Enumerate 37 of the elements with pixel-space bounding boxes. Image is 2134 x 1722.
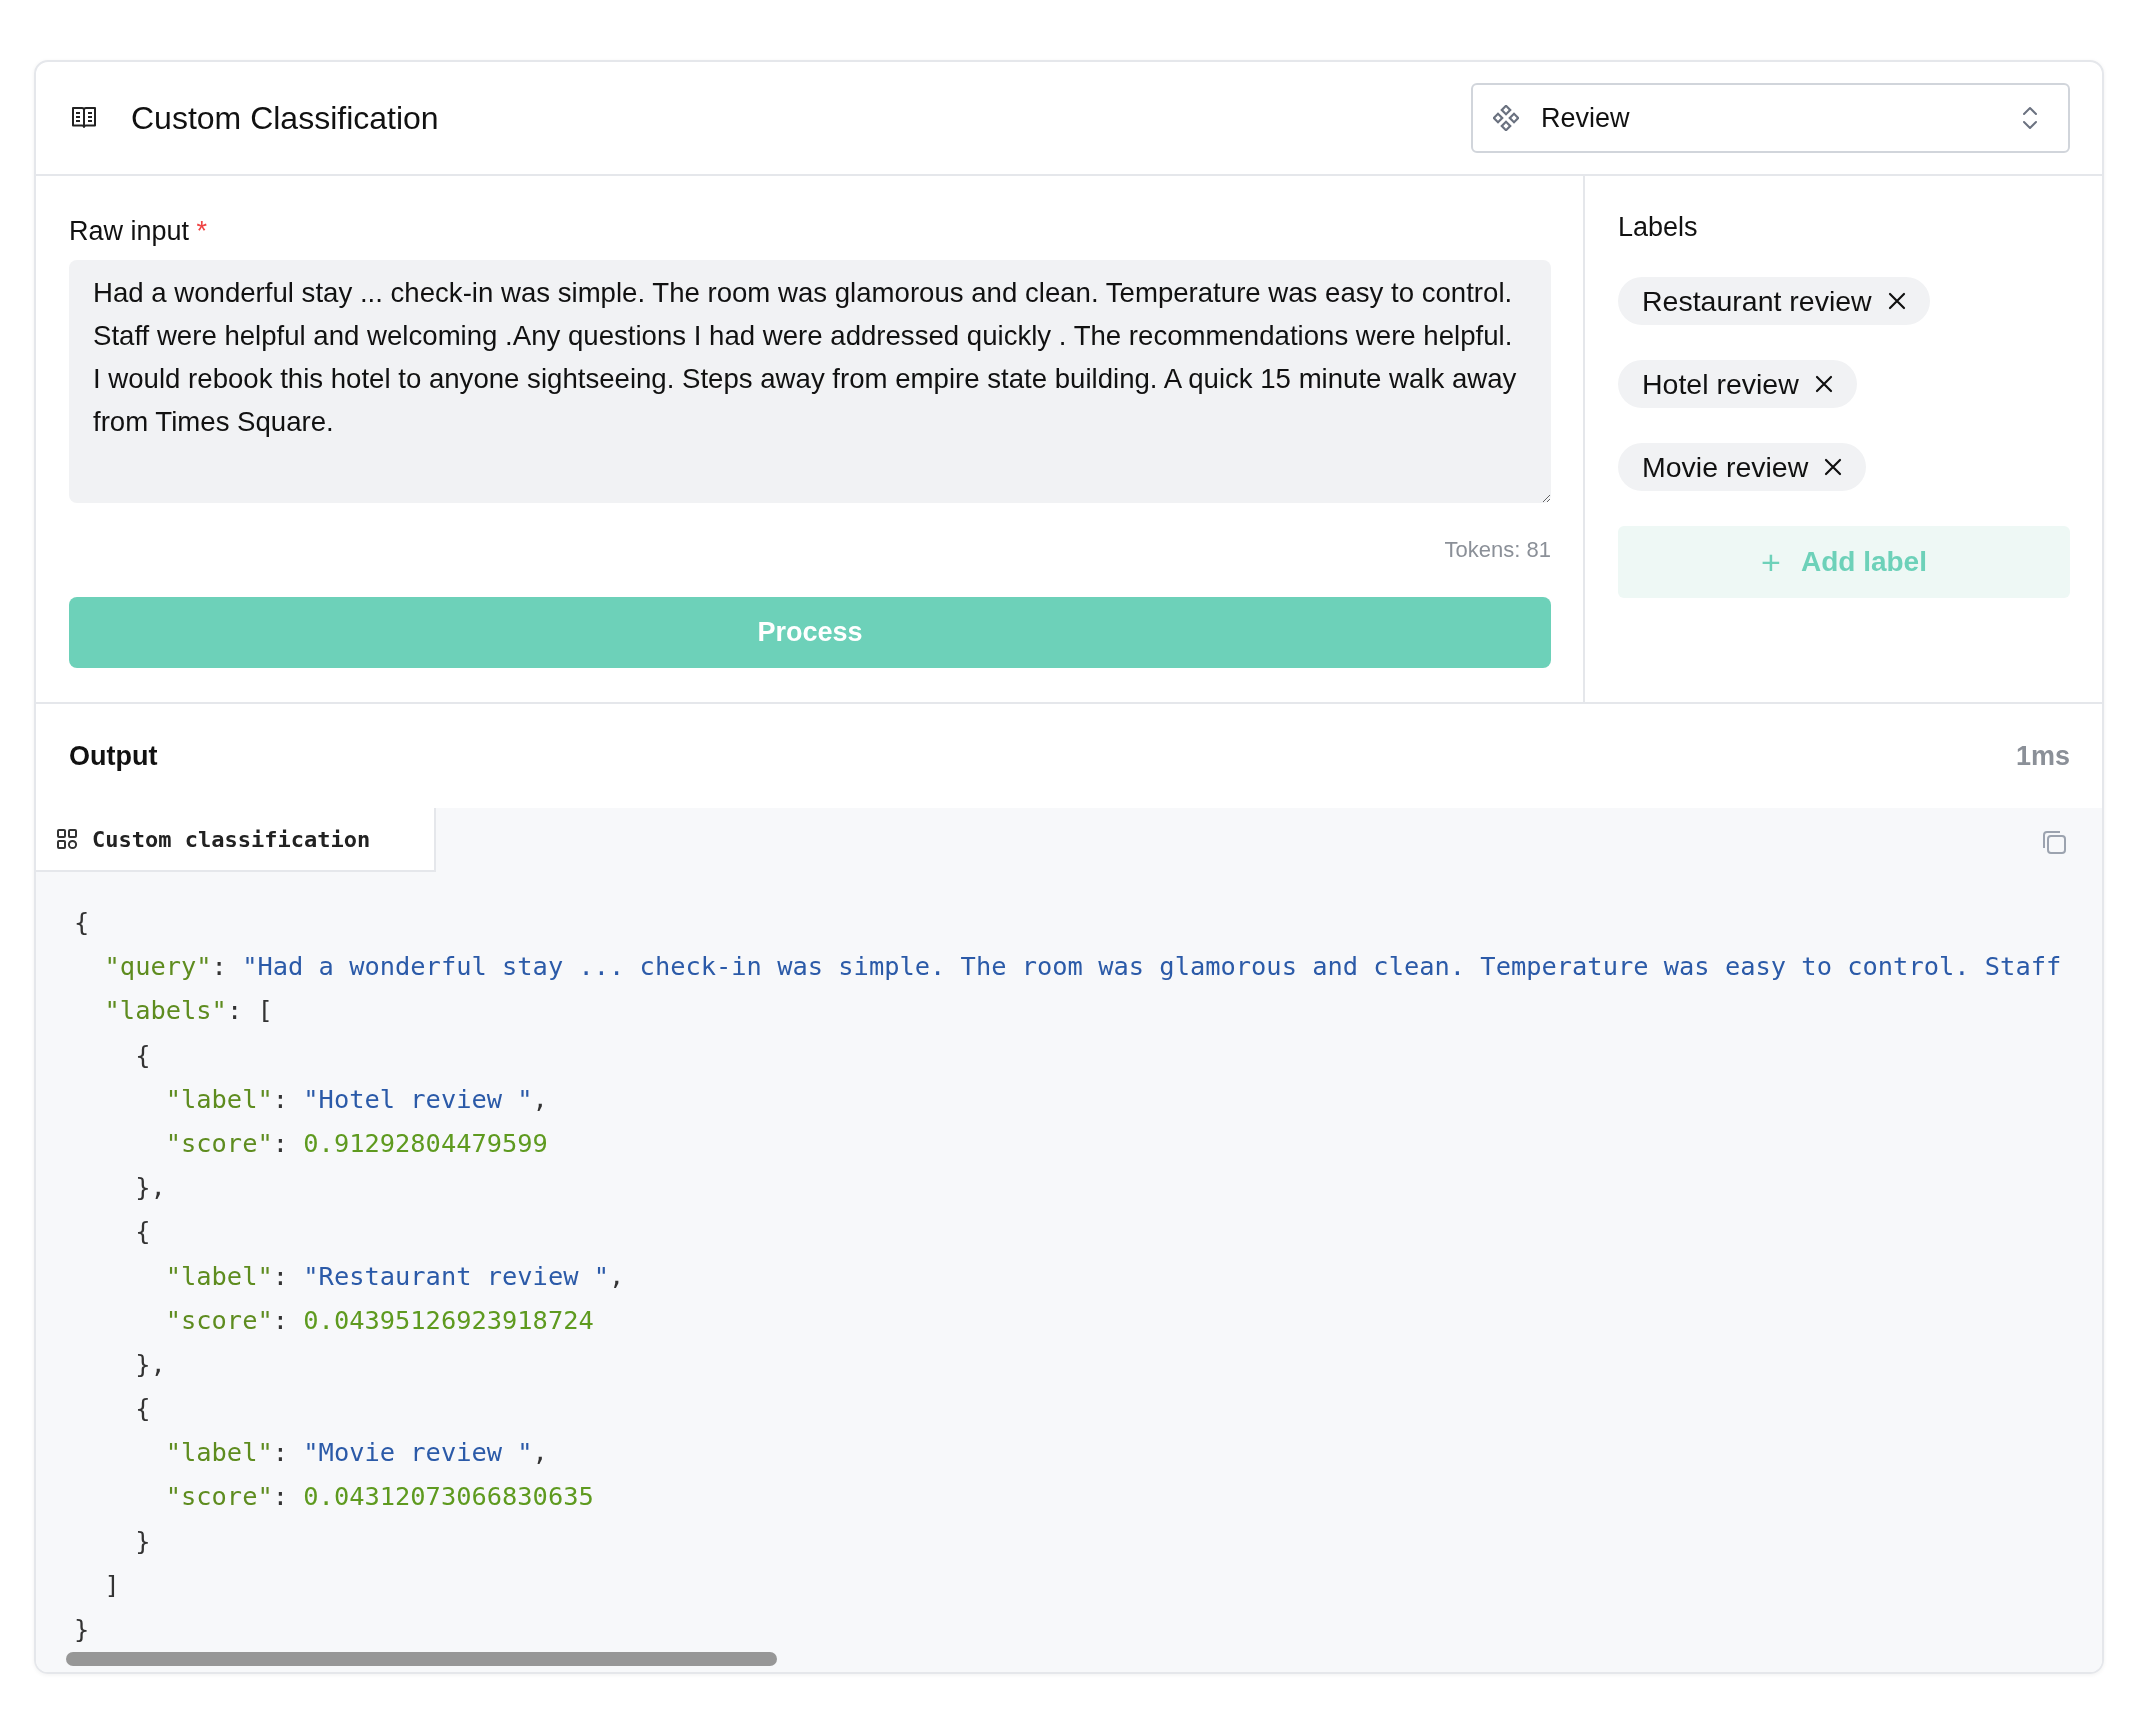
close-icon[interactable] [1814,375,1833,393]
code-line: }, [134,1348,166,1379]
code-line: { [74,907,90,937]
output-heading: Output [69,740,158,772]
book-icon [71,106,97,130]
code-line: { [134,1393,151,1424]
code-line: "label": "Movie review ", [164,1437,548,1468]
chevron-up-down-icon [2022,105,2038,131]
code-line: { [134,1039,151,1070]
code-line: ] [103,1569,120,1600]
close-icon[interactable] [1824,458,1843,476]
duration-text: 1ms [2015,740,2070,772]
labels-heading: Labels [1618,212,1698,243]
close-icon[interactable] [1887,292,1906,310]
code-line: "query": "Had a wonderful stay ... check-in was simple. The room was glamorous and clean. Temperature was easy to control. Staff [103,951,2062,982]
code-line: } [74,1614,90,1644]
code-line: "score": 0.04312073066830635 [164,1481,594,1512]
code-line: }, [134,1172,166,1203]
code-line: { [134,1216,151,1247]
field-label: Raw input * [69,216,209,248]
input-field[interactable]: Had a wonderful stay ... check-in was simple. The room was glamorous and clean. Temperature was easy to control. Staff were helpful and welcoming .Any questions I had were addressed quickly . The recommendations were helpful. I would rebook this hotel to anyone sightseeing. Steps away from empire state building. A quick 15 minute walk away from Times Square. [69,260,1551,503]
code-line: "label": "Hotel review ", [164,1083,548,1114]
code-line: "labels": [ [103,995,273,1026]
output-tab[interactable]: Custom classification [36,808,436,872]
code-line: "label": "Restaurant review ", [164,1260,625,1291]
token-count: Tokens: 81 [1444,537,1551,563]
preset-select[interactable]: Review [1471,83,2070,153]
label-chip: Restaurant review [1618,277,1930,325]
code-line: "score": 0.04395126923918724 [164,1304,594,1335]
panel-title: Custom Classification [131,99,439,137]
label-chip: Movie review [1618,443,1867,491]
diamonds-icon [1493,105,1519,131]
grid-icon [56,828,78,850]
code-line: } [134,1525,151,1556]
scrollbar-thumb[interactable] [66,1652,777,1666]
code-line: "score": 0.91292804479599 [164,1127,548,1158]
label-chip: Hotel review [1618,360,1857,408]
